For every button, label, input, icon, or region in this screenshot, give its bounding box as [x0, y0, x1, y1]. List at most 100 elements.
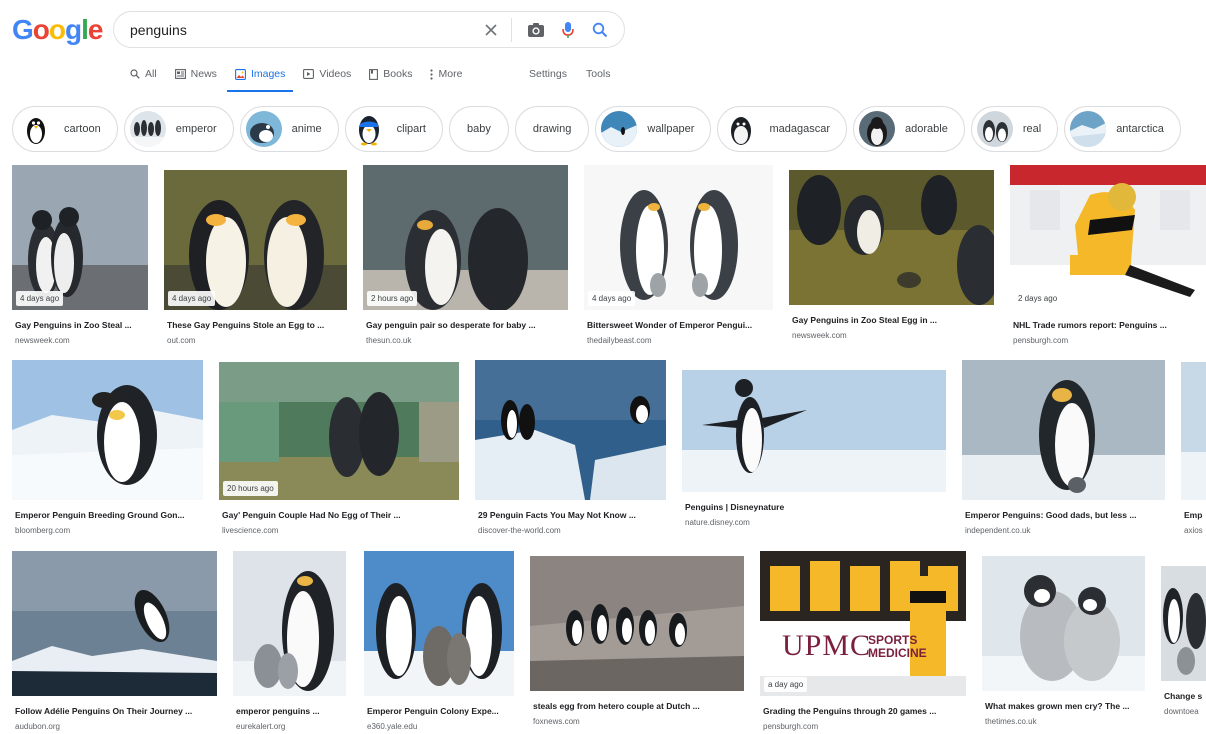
image-result[interactable]: Follow Adélie Penguins On Their Journey …	[12, 551, 217, 731]
result-source[interactable]: newsweek.com	[789, 331, 994, 340]
result-thumbnail[interactable]: 20 hours ago	[219, 362, 459, 500]
result-title[interactable]: Change s	[1161, 691, 1206, 701]
result-source[interactable]: thesun.co.uk	[363, 336, 568, 345]
tab-books[interactable]: Books	[369, 60, 412, 88]
image-result[interactable]: Emperor Penguin Breeding Ground Gon... b…	[12, 360, 203, 535]
result-thumbnail[interactable]: 4 days ago	[12, 165, 148, 310]
image-result[interactable]: 4 days ago Gay Penguins in Zoo Steal ...…	[12, 165, 148, 345]
chip-real[interactable]: real	[970, 106, 1059, 152]
microphone-icon[interactable]	[554, 16, 582, 44]
image-result[interactable]: Change s downtoea	[1161, 566, 1206, 716]
result-source[interactable]: axios	[1181, 526, 1206, 535]
search-input[interactable]	[130, 21, 473, 38]
image-result[interactable]: emperor penguins ... eurekalert.org	[233, 551, 346, 731]
result-thumbnail[interactable]: 2 hours ago	[363, 165, 568, 310]
clear-icon[interactable]	[477, 16, 505, 44]
result-title[interactable]: Emperor Penguin Breeding Ground Gon...	[12, 510, 203, 520]
chip-emperor[interactable]: emperor	[123, 106, 234, 152]
result-thumbnail[interactable]: UPMC SPORTS MEDICINE a day ago	[760, 551, 966, 696]
image-result[interactable]: 4 days ago Bittersweet Wonder of Emperor…	[584, 165, 773, 345]
result-title[interactable]: Gay Penguins in Zoo Steal ...	[12, 320, 148, 330]
image-result[interactable]: Emperor Penguin Colony Expe... e360.yale…	[364, 551, 514, 731]
result-title[interactable]: 29 Penguin Facts You May Not Know ...	[475, 510, 666, 520]
result-source[interactable]: livescience.com	[219, 526, 459, 535]
google-logo[interactable]: Google	[12, 14, 103, 46]
result-title[interactable]: What makes grown men cry? The ...	[982, 701, 1145, 711]
result-source[interactable]: eurekalert.org	[233, 722, 346, 731]
result-title[interactable]: Follow Adélie Penguins On Their Journey …	[12, 706, 217, 716]
chip-clipart[interactable]: clipart	[344, 106, 443, 152]
tab-videos[interactable]: Videos	[303, 60, 351, 88]
result-thumbnail[interactable]	[1161, 566, 1206, 681]
result-thumbnail[interactable]	[475, 360, 666, 500]
result-source[interactable]: nature.disney.com	[682, 518, 946, 527]
image-result[interactable]: UPMC SPORTS MEDICINE a day ago Grading th…	[760, 551, 966, 731]
chip-antarctica[interactable]: antarctica	[1064, 106, 1181, 152]
result-thumbnail[interactable]	[1181, 362, 1206, 500]
image-result[interactable]: 20 hours ago Gay' Penguin Couple Had No …	[219, 362, 459, 535]
result-source[interactable]: downtoea	[1161, 707, 1206, 716]
result-source[interactable]: newsweek.com	[12, 336, 148, 345]
result-source[interactable]: audubon.org	[12, 722, 217, 731]
result-source[interactable]: out.com	[164, 336, 347, 345]
result-thumbnail[interactable]: 4 days ago	[584, 165, 773, 310]
result-source[interactable]: thedailybeast.com	[584, 336, 773, 345]
result-title[interactable]: NHL Trade rumors report: Penguins ...	[1010, 320, 1206, 330]
result-source[interactable]: discover-the-world.com	[475, 526, 666, 535]
result-source[interactable]: independent.co.uk	[962, 526, 1165, 535]
tab-news[interactable]: News	[174, 60, 217, 88]
result-thumbnail[interactable]	[12, 551, 217, 696]
chip-adorable[interactable]: adorable	[853, 106, 965, 152]
result-title[interactable]: Penguins | Disneynature	[682, 502, 946, 512]
result-thumbnail[interactable]: 2 days ago	[1010, 165, 1206, 310]
result-title[interactable]: Grading the Penguins through 20 games ..…	[760, 706, 966, 716]
chip-cartoon[interactable]: cartoon	[12, 106, 118, 152]
chip-wallpaper[interactable]: wallpaper	[595, 106, 712, 152]
result-title[interactable]: Emp	[1181, 510, 1206, 520]
image-result[interactable]: 4 days ago These Gay Penguins Stole an E…	[164, 170, 347, 345]
result-title[interactable]: Gay Penguins in Zoo Steal Egg in ...	[789, 315, 994, 325]
image-result[interactable]: steals egg from hetero couple at Dutch .…	[530, 556, 744, 726]
result-thumbnail[interactable]	[789, 170, 994, 305]
result-thumbnail[interactable]	[962, 360, 1165, 500]
result-title[interactable]: Emperor Penguins: Good dads, but less ..…	[962, 510, 1165, 520]
tab-all[interactable]: All	[130, 60, 157, 88]
search-icon[interactable]	[586, 16, 614, 44]
result-source[interactable]: bloomberg.com	[12, 526, 203, 535]
chip-baby[interactable]: baby	[448, 106, 509, 152]
chip-drawing[interactable]: drawing	[514, 106, 590, 152]
result-title[interactable]: Gay' Penguin Couple Had No Egg of Their …	[219, 510, 459, 520]
result-thumbnail[interactable]	[682, 370, 946, 492]
result-source[interactable]: pensburgh.com	[1010, 336, 1206, 345]
result-source[interactable]: e360.yale.edu	[364, 722, 514, 731]
image-result[interactable]: 2 hours ago Gay penguin pair so desperat…	[363, 165, 568, 345]
image-result[interactable]: 2 days ago NHL Trade rumors report: Peng…	[1010, 165, 1206, 345]
result-source[interactable]: pensburgh.com	[760, 722, 966, 731]
tab-more[interactable]: More	[430, 60, 462, 88]
result-title[interactable]: Gay penguin pair so desperate for baby .…	[363, 320, 568, 330]
image-result[interactable]: Emperor Penguins: Good dads, but less ..…	[962, 360, 1165, 535]
result-title[interactable]: emperor penguins ...	[233, 706, 346, 716]
result-thumbnail[interactable]	[982, 556, 1145, 691]
chip-anime[interactable]: anime	[239, 106, 339, 152]
image-result[interactable]: Emp axios	[1181, 362, 1206, 535]
result-title[interactable]: These Gay Penguins Stole an Egg to ...	[164, 320, 347, 330]
result-thumbnail[interactable]: 4 days ago	[164, 170, 347, 310]
settings-link[interactable]: Settings	[529, 60, 567, 88]
result-title[interactable]: Emperor Penguin Colony Expe...	[364, 706, 514, 716]
result-thumbnail[interactable]	[233, 551, 346, 696]
image-result[interactable]: What makes grown men cry? The ... thetim…	[982, 556, 1145, 726]
result-thumbnail[interactable]	[12, 360, 203, 500]
camera-icon[interactable]	[522, 16, 550, 44]
image-result[interactable]: Penguins | Disneynature nature.disney.co…	[682, 370, 946, 527]
result-thumbnail[interactable]	[530, 556, 744, 691]
tab-images[interactable]: Images	[226, 60, 294, 92]
image-result[interactable]: Gay Penguins in Zoo Steal Egg in ... new…	[789, 170, 994, 340]
result-source[interactable]: foxnews.com	[530, 717, 744, 726]
result-title[interactable]: Bittersweet Wonder of Emperor Pengui...	[584, 320, 773, 330]
chip-madagascar[interactable]: madagascar	[717, 106, 848, 152]
result-title[interactable]: steals egg from hetero couple at Dutch .…	[530, 701, 744, 711]
result-thumbnail[interactable]	[364, 551, 514, 696]
result-source[interactable]: thetimes.co.uk	[982, 717, 1145, 726]
image-result[interactable]: 29 Penguin Facts You May Not Know ... di…	[475, 360, 666, 535]
